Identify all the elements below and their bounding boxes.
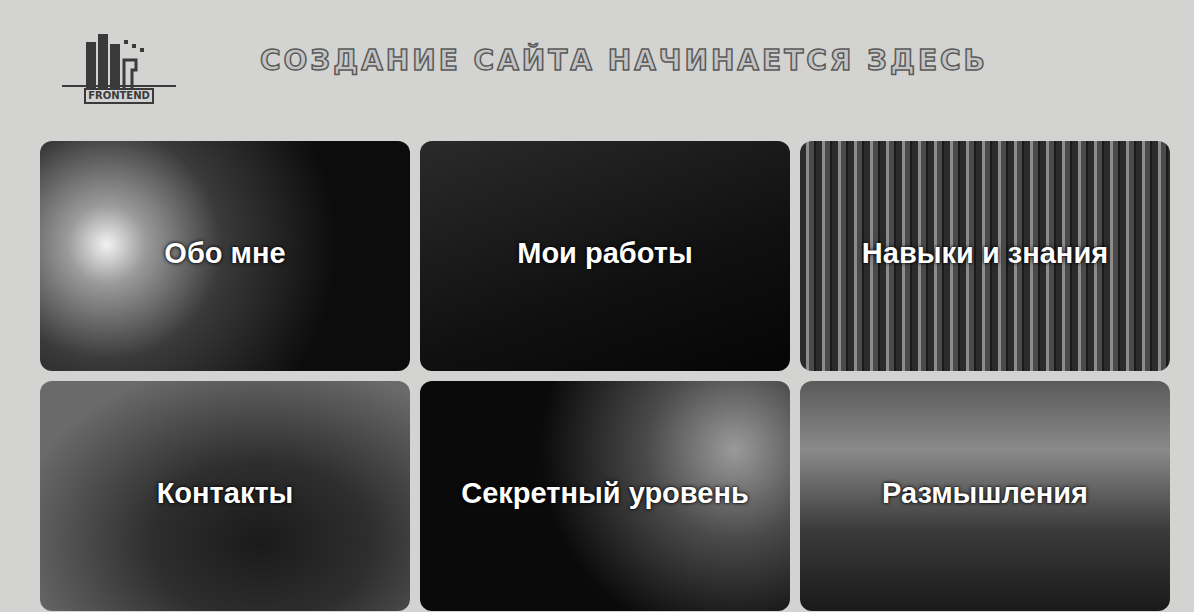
card-label: Мои работы	[509, 233, 700, 274]
nav-card[interactable]: Размышления	[800, 381, 1170, 611]
header: FRONTEND СОЗДАНИЕ САЙТА НАЧИНАЕТСЯ ЗДЕСЬ	[0, 0, 1194, 141]
nav-card[interactable]: Навыки и знания	[800, 141, 1170, 371]
card-label: Секретный уровень	[453, 473, 757, 514]
logo-text: FRONTEND	[84, 88, 154, 104]
castle-icon	[62, 30, 176, 90]
nav-card[interactable]: Контакты	[40, 381, 410, 611]
card-label: Обо мне	[156, 233, 293, 274]
nav-card[interactable]: Секретный уровень	[420, 381, 790, 611]
page: FRONTEND СОЗДАНИЕ САЙТА НАЧИНАЕТСЯ ЗДЕСЬ О…	[0, 0, 1194, 612]
card-label: Размышления	[874, 473, 1096, 514]
card-label: Контакты	[149, 473, 302, 514]
site-title: СОЗДАНИЕ САЙТА НАЧИНАЕТСЯ ЗДЕСЬ	[260, 44, 988, 77]
card-label: Навыки и знания	[854, 233, 1116, 274]
logo[interactable]: FRONTEND	[62, 30, 176, 104]
nav-card[interactable]: Обо мне	[40, 141, 410, 371]
nav-card[interactable]: Мои работы	[420, 141, 790, 371]
card-grid: Обо мне Мои работы Навыки и знания Контакты…	[0, 141, 1194, 611]
